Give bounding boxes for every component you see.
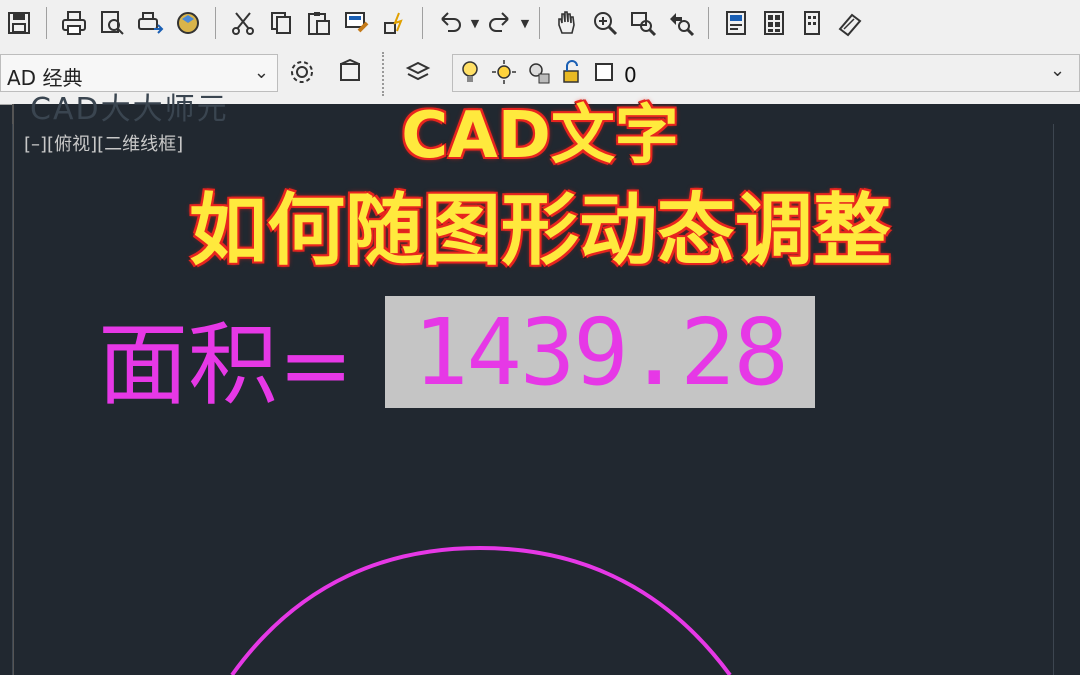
area-field-value[interactable]: 1439.28 bbox=[385, 296, 815, 408]
area-label-text: 面积= bbox=[98, 313, 354, 418]
overlay-title-line2: 如何随图形动态调整 bbox=[187, 185, 892, 278]
overlay-title-line1: CAD文字 bbox=[400, 98, 681, 175]
